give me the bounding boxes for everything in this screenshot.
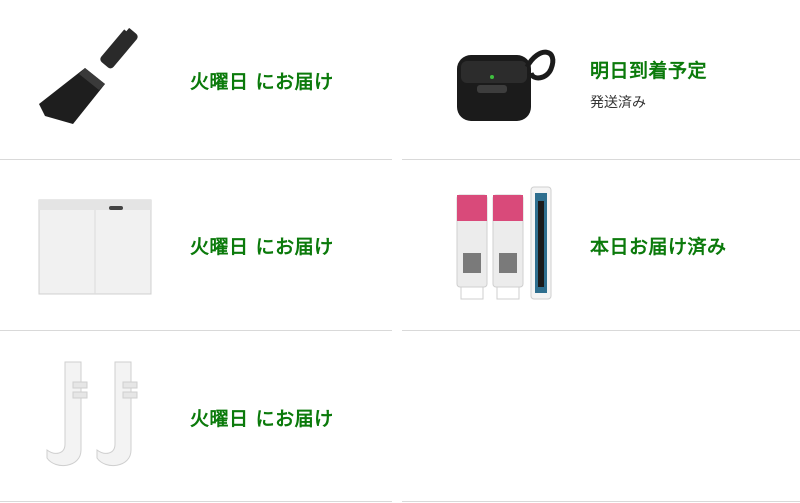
row-divider <box>402 330 800 331</box>
product-image-earbuds-case[interactable] <box>432 5 582 155</box>
order-card[interactable]: 火曜日 にお届け <box>0 161 392 330</box>
row-divider <box>0 501 392 502</box>
delivery-status: 火曜日 にお届け <box>190 236 334 258</box>
product-image-storage-box[interactable] <box>20 171 170 321</box>
order-card[interactable]: 火曜日 にお届け <box>0 0 392 160</box>
delivery-status: 本日お届け済み <box>590 236 727 258</box>
delivery-status: 火曜日 にお届け <box>190 407 334 430</box>
order-card[interactable]: 本日お届け済み <box>402 161 800 330</box>
hooks-icon <box>46 361 138 466</box>
row-divider <box>0 159 392 160</box>
row-divider <box>402 159 800 160</box>
earbuds-case-icon <box>457 49 556 121</box>
delivery-status: 明日到着予定 <box>590 60 708 82</box>
storage-box-icon <box>38 199 152 294</box>
order-card[interactable]: 明日到着予定 発送済み <box>402 0 800 160</box>
product-image-hooks[interactable] <box>20 342 170 492</box>
trowel-icon <box>39 22 138 124</box>
order-card[interactable]: 火曜日 にお届け <box>0 331 392 503</box>
product-image-trowel[interactable] <box>20 5 170 155</box>
delivery-status: 火曜日 にお届け <box>190 70 334 93</box>
orders-grid: 火曜日 にお届け 明日到着予定 発送済み 火曜日 にお届け 本日お届け済み 火曜… <box>0 0 800 503</box>
product-image-toothpaste-set[interactable] <box>432 171 582 321</box>
shipping-substatus: 発送済み <box>590 95 646 111</box>
row-divider <box>402 501 800 502</box>
toothpaste-set-icon <box>456 186 552 299</box>
